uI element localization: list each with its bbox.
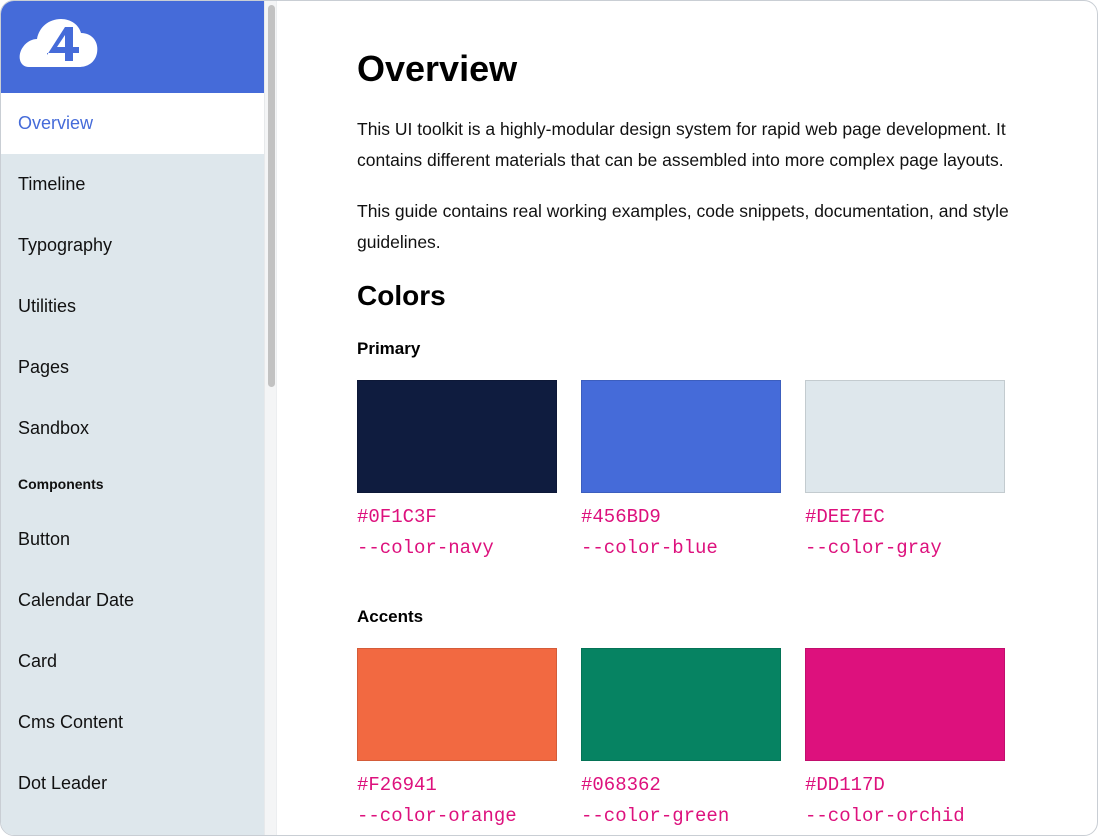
sidebar-nav: Overview Timeline Typography Utilities P…: [1, 93, 264, 814]
sidebar: Overview Timeline Typography Utilities P…: [1, 1, 264, 835]
sidebar-scrollbar[interactable]: [264, 1, 277, 835]
color-variable: --color-green: [581, 805, 730, 827]
logo-bar: [1, 1, 264, 93]
sidebar-item-calendar-date[interactable]: Calendar Date: [1, 570, 264, 631]
color-variable: --color-orchid: [805, 805, 965, 827]
primary-heading: Primary: [357, 339, 421, 358]
color-variable: --color-navy: [357, 537, 494, 559]
colors-heading: Colors: [357, 280, 446, 311]
accent-swatches: #F26941 --color-orange #068362 --color-g…: [357, 648, 1029, 832]
sidebar-item-dot-leader[interactable]: Dot Leader: [1, 753, 264, 814]
color-variable: --color-blue: [581, 537, 718, 559]
accents-heading: Accents: [357, 607, 424, 626]
sidebar-item-utilities[interactable]: Utilities: [1, 276, 264, 337]
swatch-orchid: #DD117D --color-orchid: [805, 648, 1005, 832]
color-chip: [581, 380, 781, 493]
sidebar-section-components: Components: [18, 476, 104, 492]
color-chip: [581, 648, 781, 761]
sidebar-item-button[interactable]: Button: [1, 509, 264, 570]
sidebar-scrollbar-thumb[interactable]: [268, 5, 275, 387]
sidebar-item-timeline[interactable]: Timeline: [1, 154, 264, 215]
sidebar-item-cms-content[interactable]: Cms Content: [1, 692, 264, 753]
color-variable: --color-gray: [805, 537, 942, 559]
swatch-green: #068362 --color-green: [581, 648, 781, 832]
color-chip: [805, 380, 1005, 493]
sidebar-item-pages[interactable]: Pages: [1, 337, 264, 398]
sidebar-item-overview[interactable]: Overview: [1, 93, 264, 154]
intro-paragraph: This UI toolkit is a highly-modular desi…: [357, 119, 1006, 170]
guide-paragraph: This guide contains real working example…: [357, 201, 1009, 252]
color-chip: [357, 380, 557, 493]
color-hex: #0F1C3F: [357, 506, 437, 528]
swatch-navy: #0F1C3F --color-navy: [357, 380, 557, 564]
swatch-gray: #DEE7EC --color-gray: [805, 380, 1005, 564]
sidebar-item-typography[interactable]: Typography: [1, 215, 264, 276]
color-hex: #F26941: [357, 774, 437, 796]
color-chip: [805, 648, 1005, 761]
primary-swatches: #0F1C3F --color-navy #456BD9 --color-blu…: [357, 380, 1029, 564]
sidebar-item-sandbox[interactable]: Sandbox: [1, 398, 264, 459]
app-window: Overview Timeline Typography Utilities P…: [0, 0, 1098, 836]
color-chip: [357, 648, 557, 761]
swatch-blue: #456BD9 --color-blue: [581, 380, 781, 564]
swatch-orange: #F26941 --color-orange: [357, 648, 557, 832]
color-hex: #DD117D: [805, 774, 885, 796]
page-title: Overview: [357, 48, 518, 89]
logo-icon[interactable]: [17, 15, 101, 71]
color-hex: #456BD9: [581, 506, 661, 528]
color-hex: #DEE7EC: [805, 506, 885, 528]
sidebar-item-card[interactable]: Card: [1, 631, 264, 692]
color-variable: --color-orange: [357, 805, 517, 827]
color-hex: #068362: [581, 774, 661, 796]
